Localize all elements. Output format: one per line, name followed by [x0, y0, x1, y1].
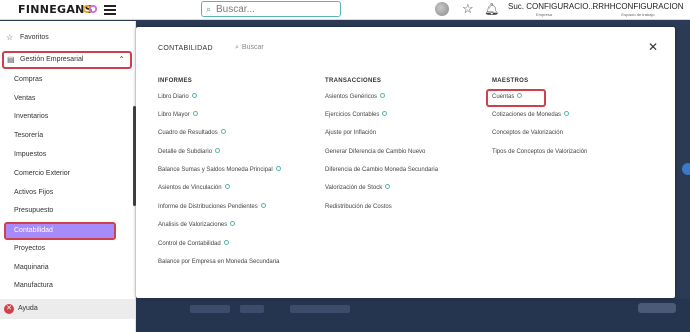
info-icon[interactable]: [385, 184, 391, 189]
sidebar-item-favoritos[interactable]: ☆ Favoritos: [0, 29, 134, 47]
sidebar-item-label: Gestión Empresarial: [20, 56, 84, 63]
menu-link-redistribucion-costos[interactable]: Redistribución de Costos: [325, 203, 392, 211]
info-icon[interactable]: [564, 111, 570, 116]
menu-link-cotizaciones-monedas[interactable]: Cotizaciones de Monedas: [492, 111, 570, 119]
column-header-transacciones: TRANSACCIONES: [325, 78, 382, 84]
empresa-name: Suc. CONFIGURACIO...: [508, 2, 596, 11]
search-icon: ⌕: [235, 44, 239, 51]
menu-link-diferencia-cambio-secundaria[interactable]: Diferencia de Cambio Moneda Secundaria: [325, 166, 438, 174]
background-ghost-control: [190, 305, 230, 313]
info-icon[interactable]: [215, 148, 221, 153]
building-icon: ▤: [7, 55, 15, 64]
column-header-maestros: MAESTROS: [492, 78, 529, 84]
sidebar: ☆ Favoritos ▤ Gestión Empresarial ⌃ Comp…: [0, 21, 136, 332]
search-icon: ⌕: [206, 4, 212, 14]
sidebar-subitem-comercio-exterior[interactable]: Comercio Exterior: [0, 165, 134, 183]
menu-link-analisis-valorizaciones[interactable]: Analisis de Valorizaciones: [158, 221, 236, 229]
sidebar-subitem-inventarios[interactable]: Inventarios: [0, 108, 134, 126]
menu-link-conceptos-valorizacion[interactable]: Conceptos de Valorización: [492, 129, 563, 137]
background-ghost-control: [290, 305, 350, 313]
info-icon[interactable]: [230, 221, 236, 226]
help-button[interactable]: ✕ Ayuda: [0, 299, 135, 319]
background-pill: [638, 303, 676, 313]
empresa-label: Empresa: [535, 12, 552, 17]
menu-link-cuentas[interactable]: Cuentas: [492, 93, 523, 101]
sidebar-item-gestion-empresarial[interactable]: ▤ Gestión Empresarial ⌃: [2, 51, 132, 69]
info-icon[interactable]: [191, 93, 197, 98]
sidebar-subitem-manufactura[interactable]: Manufactura: [0, 277, 134, 295]
espacio-selector[interactable]: RRHHCONFIGURACION Espacio de trabajo: [588, 2, 688, 17]
background-ghost-control: [240, 305, 264, 313]
column-header-informes: INFORMES: [158, 78, 193, 84]
brand-logo[interactable]: FINNEGANS: [18, 3, 93, 16]
panel-search-input[interactable]: ⌕ Buscar: [235, 44, 264, 52]
help-icon: ✕: [4, 304, 14, 314]
sidebar-subitem-tesoreria[interactable]: Tesorería: [0, 127, 134, 145]
menu-link-cuadro-resultados[interactable]: Cuadro de Resultados: [158, 129, 226, 137]
panel-search-placeholder: Buscar: [241, 44, 264, 51]
sidebar-subitem-proyectos[interactable]: Proyectos: [0, 240, 134, 258]
menu-link-tipos-conceptos-valorizacion[interactable]: Tipos de Conceptos de Valorización: [492, 148, 587, 156]
info-icon[interactable]: [517, 93, 523, 98]
menu-link-asientos-vinculacion[interactable]: Asientos de Vinculación: [158, 184, 230, 192]
hamburger-menu-icon[interactable]: [104, 3, 118, 16]
info-icon[interactable]: [220, 129, 226, 134]
chat-bubble-icon[interactable]: [682, 163, 690, 175]
sidebar-subitem-contabilidad[interactable]: Contabilidad: [4, 222, 116, 240]
top-search-placeholder: Buscar...: [216, 4, 255, 15]
info-icon[interactable]: [224, 184, 230, 189]
help-label: Ayuda: [18, 305, 38, 312]
panel-title: CONTABILIDAD: [158, 45, 213, 52]
menu-link-ajuste-inflacion[interactable]: Ajuste por Inflación: [325, 129, 376, 137]
close-icon[interactable]: ✕: [648, 41, 658, 53]
espacio-label: Espacio de trabajo: [621, 12, 655, 17]
sidebar-subitem-maquinaria[interactable]: Maquinaria: [0, 259, 134, 277]
sidebar-subitem-compras[interactable]: Compras: [0, 71, 134, 89]
menu-link-balance-empresa[interactable]: Balance por Empresa en Moneda Secundaria: [158, 258, 279, 266]
menu-link-ejercicios-contables[interactable]: Ejercicios Contables: [325, 111, 388, 119]
sidebar-subitem-ventas[interactable]: Ventas: [0, 90, 134, 108]
sidebar-item-label: Favoritos: [20, 34, 49, 41]
star-icon: ☆: [6, 33, 14, 42]
menu-link-detalle-subdiario[interactable]: Detalle de Subdiario: [158, 148, 221, 156]
bell-icon[interactable]: 🔔︎: [484, 2, 499, 16]
menu-link-valorizacion-stock[interactable]: Valorización de Stock: [325, 184, 391, 192]
top-search-input[interactable]: ⌕ Buscar...: [201, 1, 341, 17]
menu-link-libro-diario[interactable]: Libro Diario: [158, 93, 197, 101]
background-footer: [136, 299, 690, 332]
info-icon[interactable]: [275, 166, 281, 171]
brand-mark-icon: [83, 4, 97, 14]
menu-link-libro-mayor[interactable]: Libro Mayor: [158, 111, 198, 119]
sidebar-subitem-impuestos[interactable]: Impuestos: [0, 146, 134, 164]
sidebar-subitem-activos-fijos[interactable]: Activos Fijos: [0, 184, 134, 202]
espacio-name: RRHHCONFIGURACION: [592, 2, 684, 11]
contabilidad-menu-panel: CONTABILIDAD ⌕ Buscar ✕ INFORMES Libro Di…: [136, 27, 675, 298]
info-icon[interactable]: [380, 93, 386, 98]
menu-link-control-contabilidad[interactable]: Control de Contabilidad: [158, 240, 229, 248]
info-icon[interactable]: [223, 240, 229, 245]
globe-icon[interactable]: [435, 2, 449, 16]
chevron-up-icon: ⌃: [118, 55, 125, 64]
menu-link-asientos-genericos[interactable]: Asientos Genéricos: [325, 93, 386, 101]
menu-link-balance-sumas-saldos[interactable]: Balance Sumas y Saldos Moneda Principal: [158, 166, 281, 174]
sidebar-subitem-presupuesto[interactable]: Presupuesto: [0, 202, 134, 220]
info-icon[interactable]: [260, 203, 266, 208]
menu-link-diferencia-cambio-nuevo[interactable]: Generar Diferencia de Cambio Nuevo: [325, 148, 425, 156]
menu-link-informe-distribuciones[interactable]: Informe de Distribuciones Pendientes: [158, 203, 266, 211]
top-bar: FINNEGANS ⌕ Buscar... ☆ 🔔︎ Suc. CONFIGUR…: [0, 0, 690, 20]
info-icon[interactable]: [382, 111, 388, 116]
info-icon[interactable]: [192, 111, 198, 116]
star-icon[interactable]: ☆: [462, 1, 474, 17]
empresa-selector[interactable]: Suc. CONFIGURACIO... Empresa: [508, 2, 595, 17]
